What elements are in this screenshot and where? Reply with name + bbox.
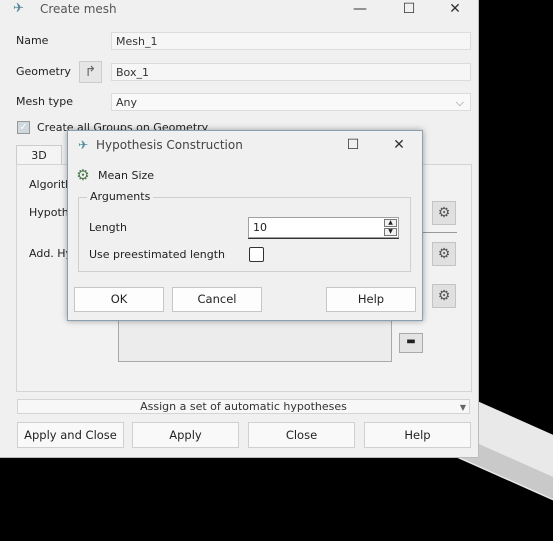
main-window-title: Create mesh bbox=[40, 2, 117, 16]
hypothesis-construction-dialog: ✈ Hypothesis Construction ☐ ✕ ⚙ Mean Siz… bbox=[67, 130, 423, 321]
arguments-title: Arguments bbox=[87, 190, 154, 203]
preestimated-label: Use preestimated length bbox=[89, 248, 226, 261]
close-window-button[interactable]: ✕ bbox=[435, 0, 475, 19]
main-titlebar: ✈ Create mesh — ☐ ✕ bbox=[0, 0, 478, 20]
length-value: 10 bbox=[253, 221, 267, 234]
close-button[interactable]: Close bbox=[248, 422, 355, 448]
edit-add-hypothesis-icon[interactable]: ⚙ bbox=[432, 284, 456, 308]
edit-hypothesis-icon[interactable]: ⚙ bbox=[432, 201, 456, 225]
ok-button[interactable]: OK bbox=[74, 287, 164, 312]
hypothesis-name: Mean Size bbox=[98, 169, 155, 182]
remove-hypothesis-icon[interactable]: ▬ bbox=[399, 333, 423, 353]
spin-focus-underline bbox=[248, 238, 399, 239]
app-logo-icon: ✈ bbox=[13, 1, 24, 16]
minimize-button[interactable]: — bbox=[340, 0, 380, 19]
create-add-hypothesis-icon[interactable]: ⚙ bbox=[432, 242, 456, 266]
create-groups-checkbox[interactable]: ✓ bbox=[17, 121, 30, 134]
additional-hypotheses-list[interactable] bbox=[118, 314, 392, 362]
length-label: Length bbox=[89, 221, 127, 234]
dialog-help-button[interactable]: Help bbox=[326, 287, 416, 312]
chevron-down-icon: ⌵ bbox=[455, 96, 464, 109]
length-spinbox[interactable]: 10 ▲ ▼ bbox=[248, 217, 399, 238]
dialog-logo-icon: ✈ bbox=[78, 138, 89, 152]
preestimated-checkbox[interactable] bbox=[249, 247, 264, 262]
select-geometry-icon[interactable]: ↱ bbox=[79, 61, 102, 83]
dialog-maximize-button[interactable]: ☐ bbox=[338, 135, 368, 155]
apply-and-close-button[interactable]: Apply and Close bbox=[17, 422, 124, 448]
help-button[interactable]: Help bbox=[364, 422, 471, 448]
mean-size-icon: ⚙ bbox=[76, 166, 90, 184]
mesh-type-select[interactable]: Any ⌵ bbox=[111, 93, 471, 111]
geometry-label: Geometry bbox=[16, 65, 71, 78]
apply-button[interactable]: Apply bbox=[132, 422, 239, 448]
assign-hypotheses-label: Assign a set of automatic hypotheses bbox=[140, 400, 347, 413]
maximize-button[interactable]: ☐ bbox=[389, 0, 429, 19]
mesh-type-value: Any bbox=[116, 96, 138, 109]
dialog-title: Hypothesis Construction bbox=[96, 138, 243, 152]
spin-up-icon[interactable]: ▲ bbox=[384, 219, 397, 227]
spin-arrows[interactable]: ▲ ▼ bbox=[384, 219, 397, 236]
tab-3d[interactable]: 3D bbox=[16, 145, 62, 165]
dialog-close-button[interactable]: ✕ bbox=[384, 135, 414, 155]
name-input[interactable]: Mesh_1 bbox=[111, 32, 471, 50]
dropdown-arrow-icon: ▼ bbox=[459, 403, 466, 412]
geometry-input[interactable]: Box_1 bbox=[111, 63, 471, 81]
assign-hypotheses-dropdown[interactable]: Assign a set of automatic hypotheses ▼ bbox=[17, 399, 470, 414]
mesh-type-label: Mesh type bbox=[16, 95, 74, 108]
name-label: Name bbox=[16, 34, 49, 47]
cancel-button[interactable]: Cancel bbox=[172, 287, 262, 312]
spin-down-icon[interactable]: ▼ bbox=[384, 228, 397, 236]
